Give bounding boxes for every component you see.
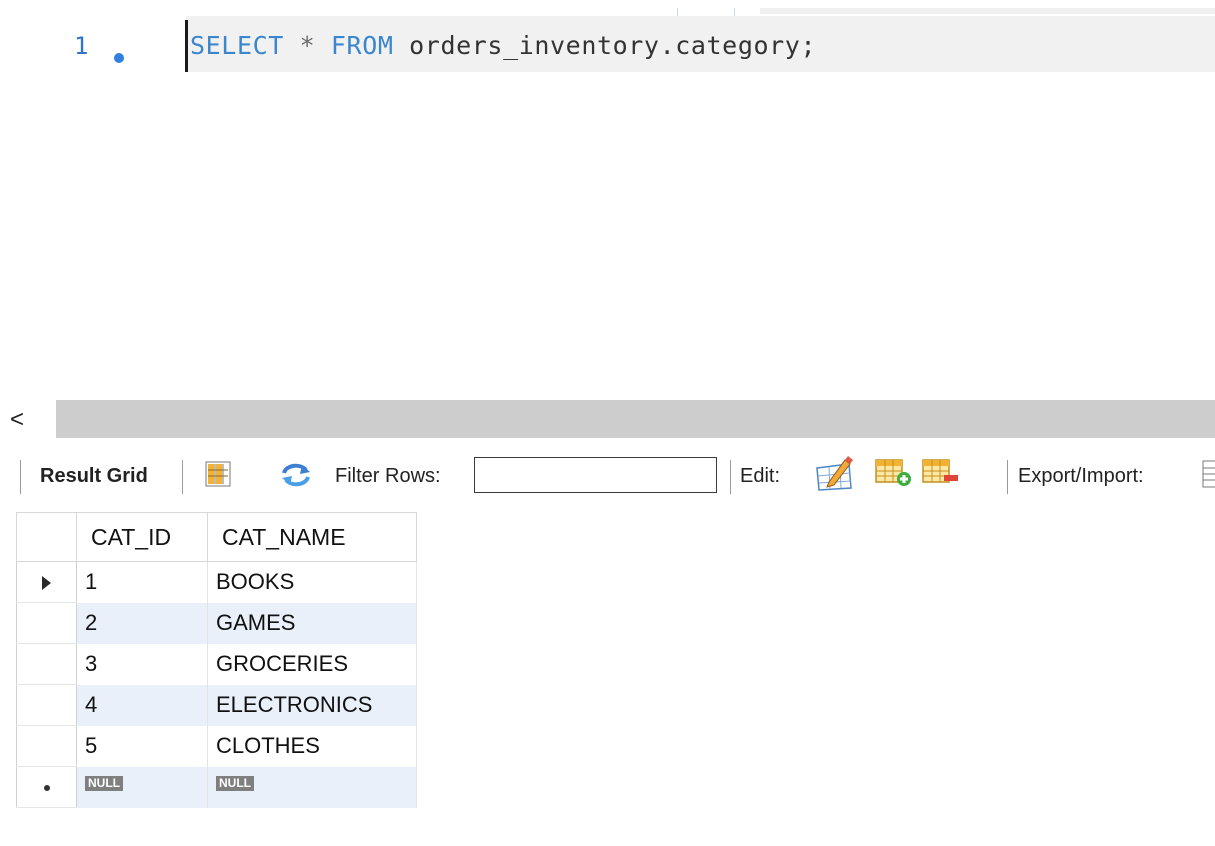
cell-cat-name[interactable]: BOOKS xyxy=(207,561,417,603)
table-row[interactable]: 3 GROCERIES xyxy=(16,643,417,685)
scrollbar-track[interactable] xyxy=(56,400,1215,438)
sql-editor[interactable]: 1 SELECT * FROM orders_inventory.categor… xyxy=(0,0,1215,400)
column-header-cat-name[interactable]: CAT_NAME xyxy=(207,512,417,562)
scroll-left-icon[interactable]: < xyxy=(10,404,50,436)
toggle-results-icon[interactable] xyxy=(205,461,231,487)
filter-rows-input[interactable] xyxy=(474,457,717,493)
row-marker[interactable] xyxy=(16,766,77,808)
export-icon[interactable] xyxy=(1202,460,1215,488)
cell-cat-name[interactable]: NULL xyxy=(207,766,417,808)
row-marker[interactable] xyxy=(16,684,77,726)
export-import-label: Export/Import: xyxy=(1018,465,1144,487)
result-grid[interactable]: CAT_ID CAT_NAME 1 BOOKS 2 GAMES 3 GROCER… xyxy=(16,512,417,808)
horizontal-scrollbar[interactable]: < xyxy=(0,400,1215,438)
table-reference: orders_inventory.category; xyxy=(409,31,817,60)
cell-cat-name[interactable]: ELECTRONICS xyxy=(207,684,417,726)
sql-query[interactable]: SELECT * FROM orders_inventory.category; xyxy=(190,31,816,60)
cell-cat-name[interactable]: GAMES xyxy=(207,602,417,644)
row-marker[interactable] xyxy=(16,561,77,603)
cell-cat-id[interactable]: 2 xyxy=(76,602,208,644)
cell-cat-id[interactable]: NULL xyxy=(76,766,208,808)
cell-cat-id[interactable]: 4 xyxy=(76,684,208,726)
table-row[interactable]: 5 CLOTHES xyxy=(16,725,417,767)
select-star: * xyxy=(299,31,316,60)
keyword-from: FROM xyxy=(330,31,394,60)
line-number: 1 xyxy=(74,32,89,60)
editor-line-1[interactable]: 1 SELECT * FROM orders_inventory.categor… xyxy=(0,16,1215,72)
table-row[interactable]: 4 ELECTRONICS xyxy=(16,684,417,726)
current-row-arrow-icon xyxy=(42,576,51,591)
sql-workbench: 1 SELECT * FROM orders_inventory.categor… xyxy=(0,0,1215,846)
text-caret xyxy=(185,20,188,72)
edit-row-icon[interactable] xyxy=(815,454,855,492)
cell-cat-id[interactable]: 3 xyxy=(76,643,208,685)
add-row-icon[interactable] xyxy=(875,458,913,488)
edit-label: Edit: xyxy=(740,465,781,487)
toolbar-separator xyxy=(182,460,183,494)
cell-cat-name[interactable]: CLOTHES xyxy=(207,725,417,767)
new-row[interactable]: NULL NULL xyxy=(16,766,417,808)
row-marker[interactable] xyxy=(16,602,77,644)
result-grid-tab[interactable]: Result Grid xyxy=(40,465,148,488)
delete-row-icon[interactable] xyxy=(922,458,960,488)
refresh-icon[interactable] xyxy=(278,461,314,489)
toolbar-separator xyxy=(1007,460,1008,494)
editor-top-strip xyxy=(760,8,1215,14)
toolbar-separator xyxy=(20,460,21,494)
toolbar-separator xyxy=(730,460,731,494)
grid-header-row: CAT_ID CAT_NAME xyxy=(16,512,417,562)
cell-cat-id[interactable]: 1 xyxy=(76,561,208,603)
cell-cat-name[interactable]: GROCERIES xyxy=(207,643,417,685)
row-marker[interactable] xyxy=(16,725,77,767)
table-row[interactable]: 2 GAMES xyxy=(16,602,417,644)
keyword-select: SELECT xyxy=(190,31,284,60)
filter-rows-label: Filter Rows: xyxy=(335,465,441,487)
statement-marker-icon[interactable] xyxy=(114,53,124,63)
result-toolbar: Result Grid Filter Rows: Edit: Export/Im… xyxy=(0,440,1215,510)
null-badge: NULL xyxy=(216,775,254,791)
new-row-icon xyxy=(43,785,50,792)
row-marker[interactable] xyxy=(16,643,77,685)
null-badge: NULL xyxy=(85,775,123,791)
cell-cat-id[interactable]: 5 xyxy=(76,725,208,767)
column-header-cat-id[interactable]: CAT_ID xyxy=(76,512,208,562)
row-marker-header xyxy=(16,512,77,562)
table-row[interactable]: 1 BOOKS xyxy=(16,561,417,603)
